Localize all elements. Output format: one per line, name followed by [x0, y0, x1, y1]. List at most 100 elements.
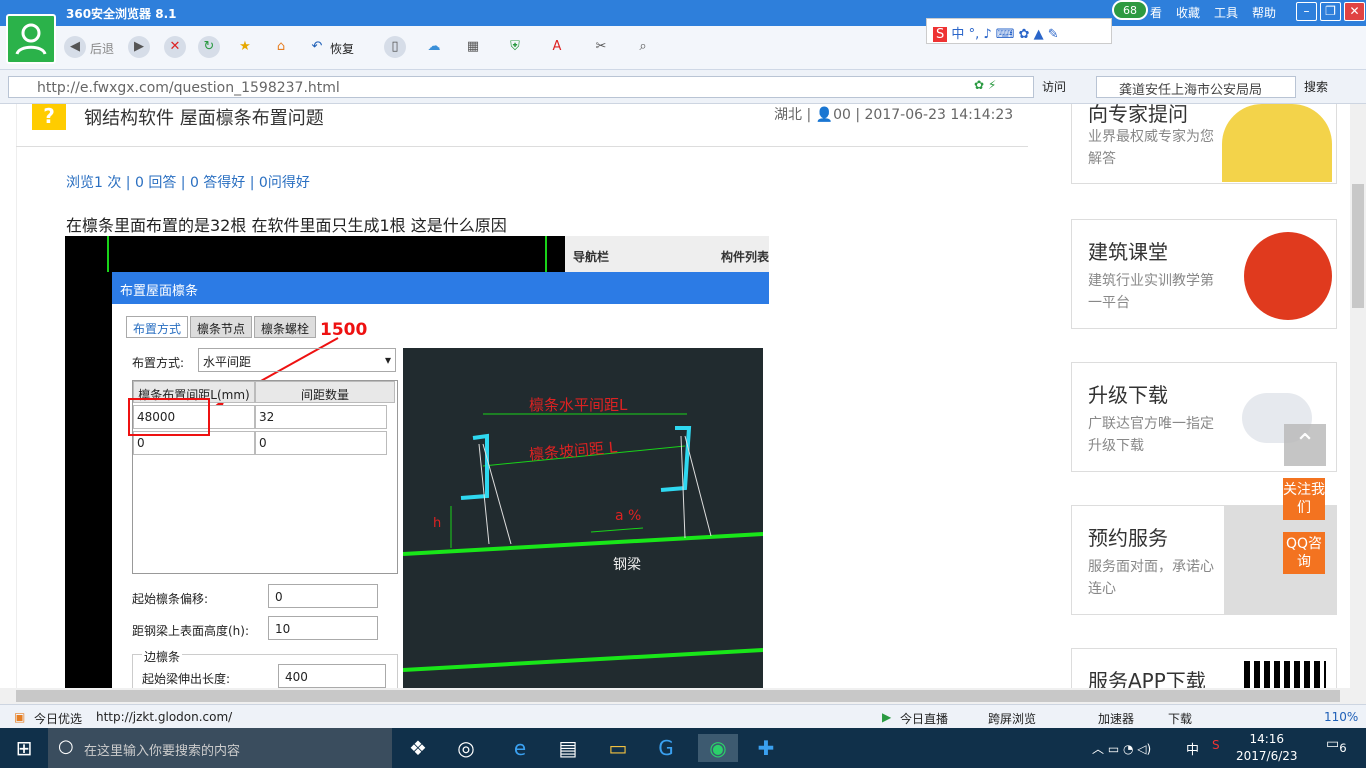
tray-ime[interactable]: 中	[1186, 739, 1199, 758]
status-download[interactable]: 下载	[1168, 710, 1192, 727]
attached-screenshot[interactable]: 导航栏 构件列表 布置屋面檩条 布置方式 檩条节点 檩条螺栓 1500 布置方式…	[65, 236, 769, 688]
forward-icon[interactable]: ▶	[128, 36, 150, 58]
clock-time: 14:16	[1249, 732, 1285, 746]
tray-icons[interactable]: ︿ ▭ ◔ ◁)	[1092, 740, 1151, 757]
course-card[interactable]: 建筑课堂 建筑行业实训教学第一平台	[1071, 219, 1337, 329]
status-live[interactable]: 今日直播	[900, 710, 948, 727]
mode-value: 水平间距	[203, 355, 252, 369]
grid-cell-count-1[interactable]: 32	[255, 405, 387, 429]
explorer-icon[interactable]: ▭	[598, 734, 638, 762]
maximize-button[interactable]: ❐	[1320, 2, 1341, 21]
app-icon-1[interactable]: ◎	[446, 734, 486, 762]
tray-sogou-icon[interactable]: S	[1212, 738, 1220, 752]
search-button[interactable]: 搜索	[1304, 78, 1328, 95]
menu-item-tools[interactable]: 工具	[1214, 4, 1238, 21]
back-label[interactable]: 后退	[90, 40, 114, 57]
visit-button[interactable]: 访问	[1042, 78, 1066, 95]
cloud-icon[interactable]: ☁	[420, 36, 448, 58]
label-h: h	[433, 516, 442, 531]
question-title: 钢结构软件 屋面檩条布置问题	[84, 108, 324, 129]
menu-item-2[interactable]: 看	[1150, 4, 1162, 21]
restore-label[interactable]: 恢复	[330, 40, 354, 57]
status-accelerator[interactable]: 加速器	[1098, 710, 1134, 727]
cad-line	[107, 236, 109, 272]
purlin-diagram: 檩条水平间距L 檩条坡间距 L a % h 钢梁	[403, 348, 763, 688]
store-icon[interactable]: ▤	[548, 734, 588, 762]
user-icon: 👤	[815, 107, 834, 123]
notification-icon[interactable]: ▭6	[1326, 736, 1347, 755]
menu-item-help[interactable]: 帮助	[1252, 4, 1276, 21]
meta-region[interactable]: 湖北	[774, 107, 802, 123]
back-icon[interactable]: ◀	[64, 36, 86, 58]
search-input[interactable]: 龚道安任上海市公安局局	[1096, 76, 1296, 98]
meta-user[interactable]: 00	[833, 107, 851, 123]
grid-header-count: 间距数量	[255, 381, 395, 403]
edge-purlin-label: 边檩条	[142, 648, 183, 665]
status-today-pick[interactable]: 今日优选	[34, 710, 82, 727]
follow-us-button[interactable]: 关注我们	[1283, 478, 1325, 520]
phone-icon[interactable]: ▯	[384, 36, 406, 58]
ask-expert-sub: 业界最权威专家为您解答	[1088, 129, 1214, 167]
status-cross-screen[interactable]: 跨屏浏览	[988, 710, 1036, 727]
gift-icon: ▣	[14, 710, 26, 724]
label-steel-beam: 钢梁	[613, 557, 641, 573]
offset-input[interactable]: 0	[268, 584, 378, 608]
ime-tools-icon[interactable]: °, ♪ ⌨ ✿ ▲ ✎	[969, 27, 1059, 42]
screenshot-icon[interactable]: ✂	[590, 36, 612, 58]
restore-icon[interactable]: ↶	[306, 36, 328, 58]
main-border	[16, 104, 17, 688]
grid-cell-count-2[interactable]: 0	[255, 431, 387, 455]
qq-consult-button[interactable]: QQ咨询	[1283, 532, 1325, 574]
zoom-icon[interactable]: ⌕	[632, 36, 654, 58]
shield-icon[interactable]: ⛨	[504, 36, 526, 58]
vertical-scrollbar[interactable]	[1350, 104, 1366, 688]
taskbar-clock[interactable]: 14:16 2017/6/23	[1236, 731, 1298, 765]
extend-input[interactable]: 400	[278, 664, 386, 688]
task-view-icon[interactable]: ❖	[398, 734, 438, 762]
horizontal-scroll-thumb[interactable]	[16, 690, 1340, 702]
app-icon-plus[interactable]: ✚	[746, 734, 786, 762]
windows-start-icon[interactable]: ⊞	[4, 734, 44, 762]
height-input[interactable]: 10	[268, 616, 378, 640]
security-icon[interactable]: ✿ ⚡	[974, 78, 996, 92]
browser-360-icon[interactable]: ◉	[698, 734, 738, 762]
mode-select[interactable]: 水平间距 ▾	[198, 348, 396, 372]
home-icon[interactable]: ⌂	[270, 36, 292, 58]
mode-label: 布置方式:	[132, 356, 185, 370]
taskbar-search[interactable]: ○ 在这里输入你要搜索的内容	[48, 728, 392, 768]
ime-toolbar[interactable]: S 中 °, ♪ ⌨ ✿ ▲ ✎	[926, 18, 1112, 44]
glodon-app-icon[interactable]: G	[646, 734, 686, 762]
close-button[interactable]: ✕	[1344, 2, 1365, 21]
course-sub: 建筑行业实训教学第一平台	[1088, 273, 1214, 311]
favorite-star-icon[interactable]: ★	[234, 36, 256, 58]
apps-icon[interactable]: ▦	[462, 36, 484, 58]
menu-item-favorites[interactable]: 收藏	[1176, 4, 1200, 21]
back-to-top-icon[interactable]: ⌃	[1284, 424, 1326, 466]
horizontal-scrollbar[interactable]	[0, 688, 1366, 704]
tab-layout[interactable]: 布置方式	[126, 316, 189, 338]
ask-expert-card[interactable]: 向专家提问 业界最权威专家为您解答	[1071, 102, 1337, 184]
notification-count: 6	[1339, 740, 1347, 755]
stop-icon[interactable]: ✕	[164, 36, 186, 58]
minimize-button[interactable]: –	[1296, 2, 1317, 21]
vertical-scroll-thumb[interactable]	[1352, 184, 1364, 308]
question-stats: 浏览1 次 | 0 回答 | 0 答得好 | 0问得好	[66, 175, 310, 191]
ime-mode[interactable]: 中	[951, 27, 964, 42]
notification-badge[interactable]: 68	[1112, 0, 1148, 20]
app-download-card[interactable]: 服务APP下载	[1071, 648, 1337, 693]
status-zoom[interactable]: 110%	[1324, 710, 1358, 724]
edge-icon[interactable]: e	[500, 734, 540, 762]
taskbar-search-placeholder: 在这里输入你要搜索的内容	[84, 744, 241, 759]
dialog: 布置屋面檩条 布置方式 檩条节点 檩条螺栓 1500 布置方式: 水平间距 ▾ 檩…	[112, 272, 769, 688]
url-input[interactable]: http://e.fwxgx.com/question_1598237.html	[8, 76, 1034, 98]
screenshot-cad-area	[65, 236, 112, 688]
taskbar: ⊞ ○ 在这里输入你要搜索的内容 ❖ ◎ e ▤ ▭ G ◉ ✚ ︿ ▭ ◔ ◁…	[0, 728, 1366, 768]
refresh-icon[interactable]: ↻	[198, 36, 220, 58]
user-avatar-icon[interactable]	[6, 14, 56, 64]
service-sub: 服务面对面，承诺心连心	[1088, 559, 1214, 597]
extend-label: 起始梁伸出长度:	[142, 672, 231, 686]
translate-icon[interactable]: A	[546, 36, 568, 58]
meta-time: 2017-06-23 14:14:23	[864, 107, 1014, 123]
label-horizontal-spacing: 檩条水平间距L	[529, 396, 628, 414]
status-url: http://jzkt.glodon.com/	[96, 710, 233, 724]
